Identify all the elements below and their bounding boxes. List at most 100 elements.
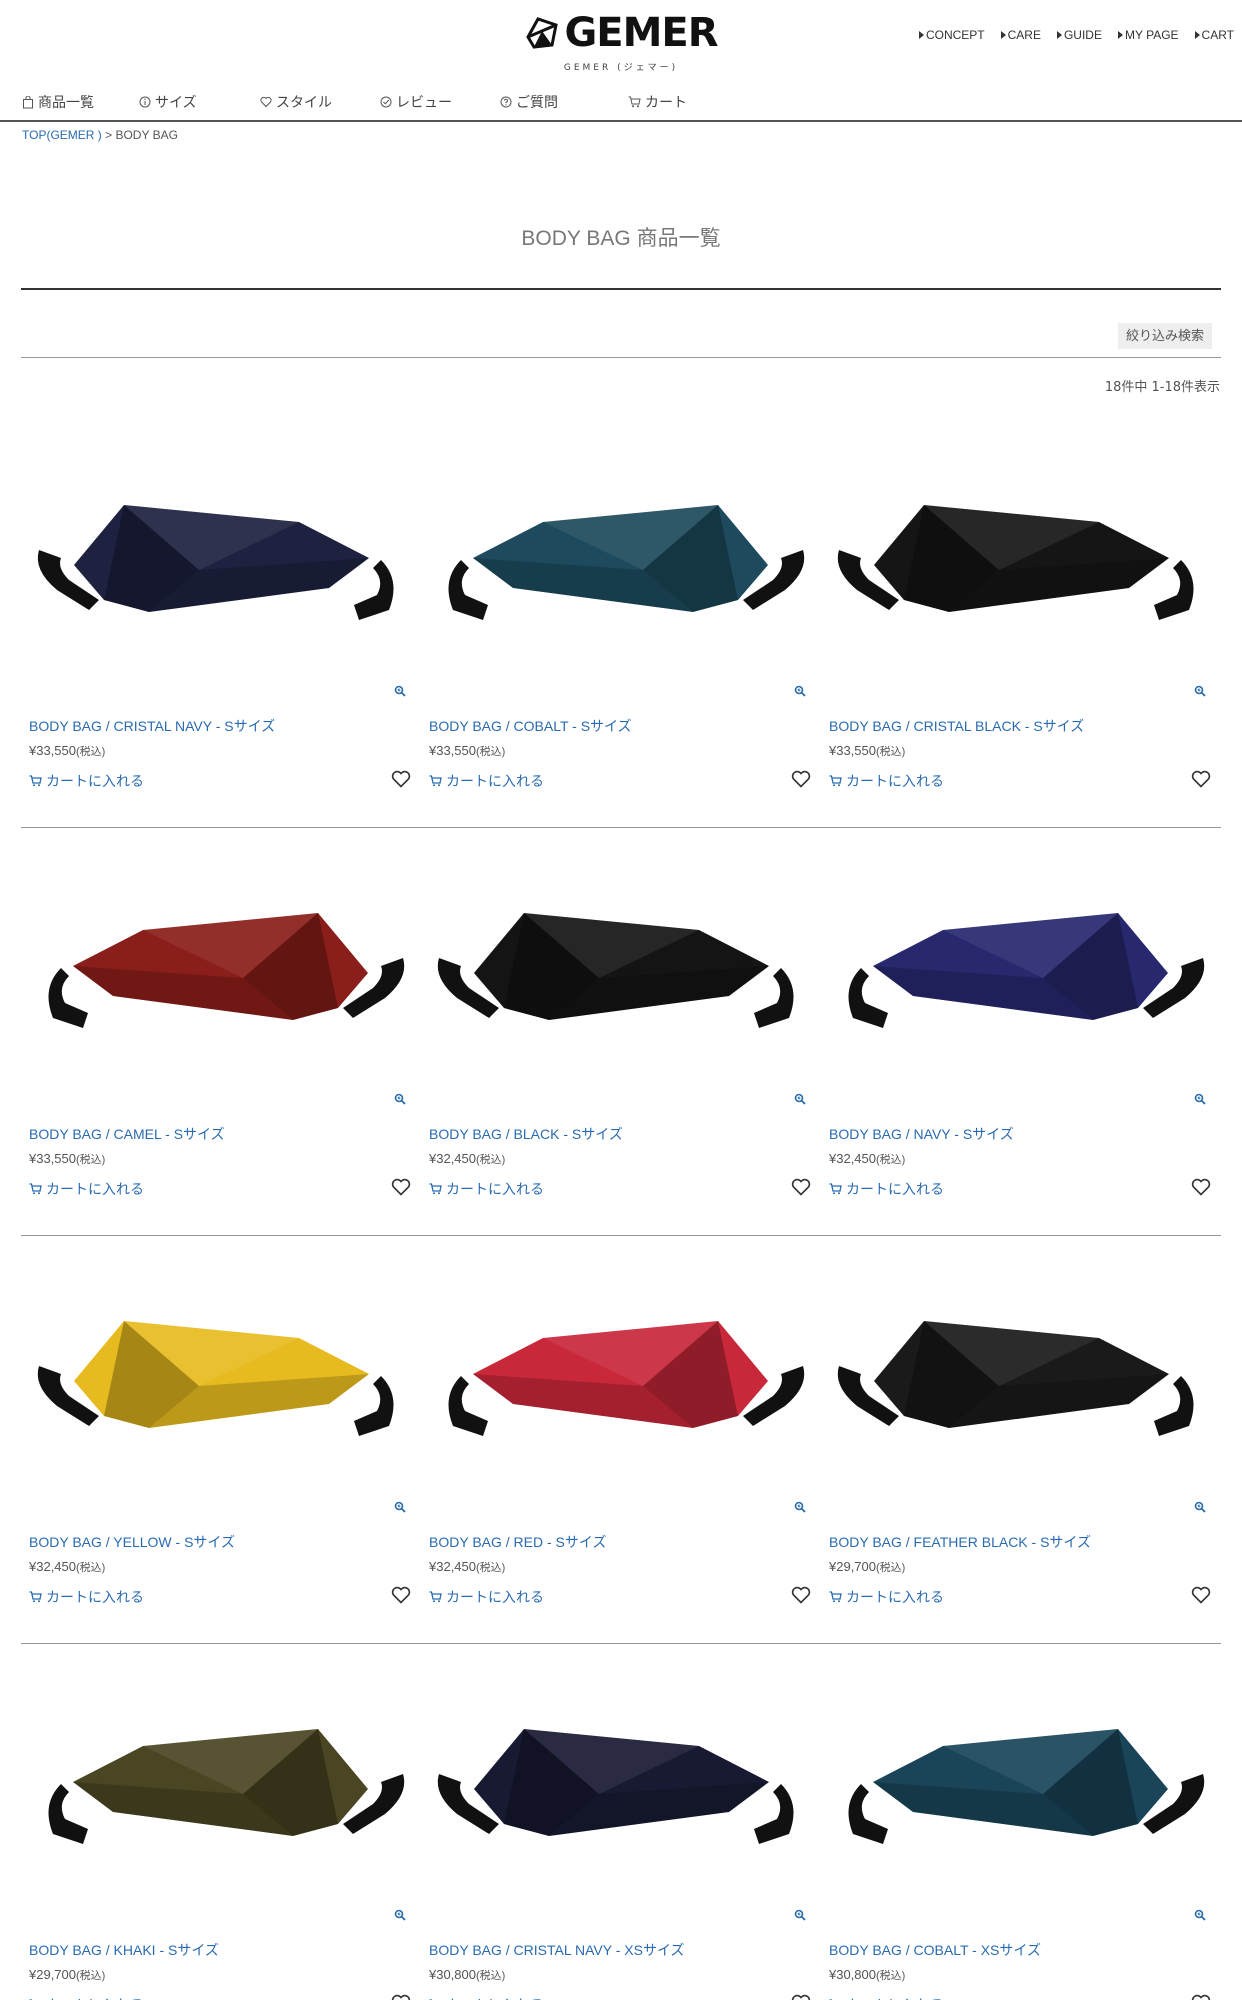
product-name[interactable]: BODY BAG / CAMEL - Sサイズ — [29, 1124, 225, 1144]
product-card[interactable]: BODY BAG / KHAKI - Sサイズ ¥29,700(税込) カートに… — [21, 1644, 421, 2000]
brand-logo[interactable]: GEMER GEMER (ジェマー) — [518, 12, 724, 78]
product-price: ¥32,450(税込) — [429, 1559, 506, 1574]
tax-label: (税込) — [876, 1154, 906, 1166]
favorite-heart-icon[interactable] — [1191, 1178, 1211, 1196]
zoom-icon[interactable] — [394, 1501, 406, 1513]
sub-nav-products[interactable]: 商品一覧 — [22, 92, 139, 112]
add-to-cart-button[interactable]: カートに入れる — [29, 1995, 144, 2000]
product-card[interactable]: BODY BAG / RED - Sサイズ ¥32,450(税込) カートに入れ… — [421, 1236, 821, 1644]
product-card[interactable]: BODY BAG / CRISTAL NAVY - XSサイズ ¥30,800(… — [421, 1644, 821, 2000]
sub-nav: 商品一覧 サイズ スタイル レビュー ご質問 カート — [22, 92, 687, 112]
product-name[interactable]: BODY BAG / FEATHER BLACK - Sサイズ — [829, 1532, 1091, 1552]
top-nav-guide[interactable]: GUIDE — [1056, 28, 1102, 42]
product-card[interactable]: BODY BAG / BLACK - Sサイズ ¥32,450(税込) カートに… — [421, 828, 821, 1236]
product-card[interactable]: BODY BAG / CAMEL - Sサイズ ¥33,550(税込) カートに… — [21, 828, 421, 1236]
add-to-cart-button[interactable]: カートに入れる — [829, 771, 944, 791]
add-to-cart-button[interactable]: カートに入れる — [429, 1587, 544, 1607]
sub-nav-cart[interactable]: カート — [628, 92, 687, 112]
product-name[interactable]: BODY BAG / BLACK - Sサイズ — [429, 1124, 623, 1144]
product-card[interactable]: BODY BAG / CRISTAL NAVY - Sサイズ ¥33,550(税… — [21, 420, 421, 828]
top-nav-cart[interactable]: CART — [1194, 28, 1234, 42]
zoom-icon[interactable] — [394, 1909, 406, 1921]
product-image[interactable] — [429, 1256, 813, 1516]
add-to-cart-button[interactable]: カートに入れる — [829, 1995, 944, 2000]
product-card[interactable]: BODY BAG / NAVY - Sサイズ ¥32,450(税込) カートに入… — [821, 828, 1221, 1236]
product-image[interactable] — [829, 440, 1213, 700]
zoom-icon[interactable] — [794, 685, 806, 697]
zoom-icon[interactable] — [1194, 1909, 1206, 1921]
add-to-cart-button[interactable]: カートに入れる — [29, 1587, 144, 1607]
product-name[interactable]: BODY BAG / CRISTAL BLACK - Sサイズ — [829, 716, 1084, 736]
product-card[interactable]: BODY BAG / CRISTAL BLACK - Sサイズ ¥33,550(… — [821, 420, 1221, 828]
product-name[interactable]: BODY BAG / COBALT - Sサイズ — [429, 716, 632, 736]
favorite-heart-icon[interactable] — [391, 1586, 411, 1604]
add-to-cart-button[interactable]: カートに入れる — [829, 1179, 944, 1199]
product-name[interactable]: BODY BAG / CRISTAL NAVY - XSサイズ — [429, 1940, 685, 1960]
add-to-cart-button[interactable]: カートに入れる — [829, 1587, 944, 1607]
product-name[interactable]: BODY BAG / RED - Sサイズ — [429, 1532, 606, 1552]
add-to-cart-button[interactable]: カートに入れる — [29, 1179, 144, 1199]
sub-nav-review[interactable]: レビュー — [380, 92, 500, 112]
product-row: BODY BAG / KHAKI - Sサイズ ¥29,700(税込) カートに… — [21, 1644, 1221, 2000]
product-card[interactable]: BODY BAG / COBALT - XSサイズ ¥30,800(税込) カー… — [821, 1644, 1221, 2000]
favorite-heart-icon[interactable] — [391, 770, 411, 788]
favorite-heart-icon[interactable] — [791, 1994, 811, 2000]
product-name[interactable]: BODY BAG / YELLOW - Sサイズ — [29, 1532, 235, 1552]
product-image[interactable] — [29, 848, 413, 1108]
product-image[interactable] — [29, 1256, 413, 1516]
zoom-icon[interactable] — [794, 1909, 806, 1921]
zoom-icon[interactable] — [1194, 1501, 1206, 1513]
filter-search-button[interactable]: 絞り込み検索 — [1117, 323, 1212, 349]
product-image[interactable] — [829, 1664, 1213, 1924]
zoom-icon[interactable] — [394, 685, 406, 697]
top-nav-mypage[interactable]: MY PAGE — [1117, 28, 1179, 42]
triangle-icon — [1000, 31, 1006, 39]
zoom-icon[interactable] — [1194, 1093, 1206, 1105]
add-to-cart-button[interactable]: カートに入れる — [29, 771, 144, 791]
product-image[interactable] — [29, 1664, 413, 1924]
favorite-heart-icon[interactable] — [391, 1178, 411, 1196]
breadcrumb-separator: > — [101, 128, 116, 142]
page-title: BODY BAG 商品一覧 — [521, 227, 721, 250]
sub-nav-faq[interactable]: ご質問 — [500, 92, 628, 112]
favorite-heart-icon[interactable] — [1191, 770, 1211, 788]
add-to-cart-button[interactable]: カートに入れる — [429, 1995, 544, 2000]
product-image[interactable] — [429, 1664, 813, 1924]
favorite-heart-icon[interactable] — [791, 1178, 811, 1196]
favorite-heart-icon[interactable] — [1191, 1586, 1211, 1604]
add-to-cart-button[interactable]: カートに入れる — [429, 771, 544, 791]
zoom-icon[interactable] — [1194, 685, 1206, 697]
logo-mark-icon — [526, 17, 559, 49]
tax-label: (税込) — [76, 1562, 106, 1574]
product-image[interactable] — [429, 848, 813, 1108]
favorite-heart-icon[interactable] — [791, 1586, 811, 1604]
product-card[interactable]: BODY BAG / YELLOW - Sサイズ ¥32,450(税込) カート… — [21, 1236, 421, 1644]
top-nav-care[interactable]: CARE — [1000, 28, 1041, 42]
product-card[interactable]: BODY BAG / FEATHER BLACK - Sサイズ ¥29,700(… — [821, 1236, 1221, 1644]
product-card[interactable]: BODY BAG / COBALT - Sサイズ ¥33,550(税込) カート… — [421, 420, 821, 828]
product-image[interactable] — [429, 440, 813, 700]
product-image[interactable] — [829, 1256, 1213, 1516]
zoom-icon[interactable] — [794, 1501, 806, 1513]
add-to-cart-button[interactable]: カートに入れる — [429, 1179, 544, 1199]
sub-nav-style[interactable]: スタイル — [260, 92, 380, 112]
product-name[interactable]: BODY BAG / KHAKI - Sサイズ — [29, 1940, 219, 1960]
product-image[interactable] — [29, 440, 413, 700]
zoom-icon[interactable] — [794, 1093, 806, 1105]
tax-label: (税込) — [476, 1562, 506, 1574]
product-image[interactable] — [829, 848, 1213, 1108]
product-name[interactable]: BODY BAG / CRISTAL NAVY - Sサイズ — [29, 716, 275, 736]
product-name[interactable]: BODY BAG / COBALT - XSサイズ — [829, 1940, 1041, 1960]
product-row: BODY BAG / CRISTAL NAVY - Sサイズ ¥33,550(税… — [21, 420, 1221, 828]
product-price: ¥29,700(税込) — [29, 1967, 106, 1982]
breadcrumb-home[interactable]: TOP(GEMER ) — [22, 128, 102, 142]
zoom-icon[interactable] — [394, 1093, 406, 1105]
favorite-heart-icon[interactable] — [391, 1994, 411, 2000]
cart-icon — [429, 1183, 442, 1195]
top-nav-concept[interactable]: CONCEPT — [918, 28, 985, 42]
favorite-heart-icon[interactable] — [791, 770, 811, 788]
favorite-heart-icon[interactable] — [1191, 1994, 1211, 2000]
bag-icon — [23, 95, 33, 108]
product-name[interactable]: BODY BAG / NAVY - Sサイズ — [829, 1124, 1014, 1144]
sub-nav-size[interactable]: サイズ — [139, 92, 260, 112]
